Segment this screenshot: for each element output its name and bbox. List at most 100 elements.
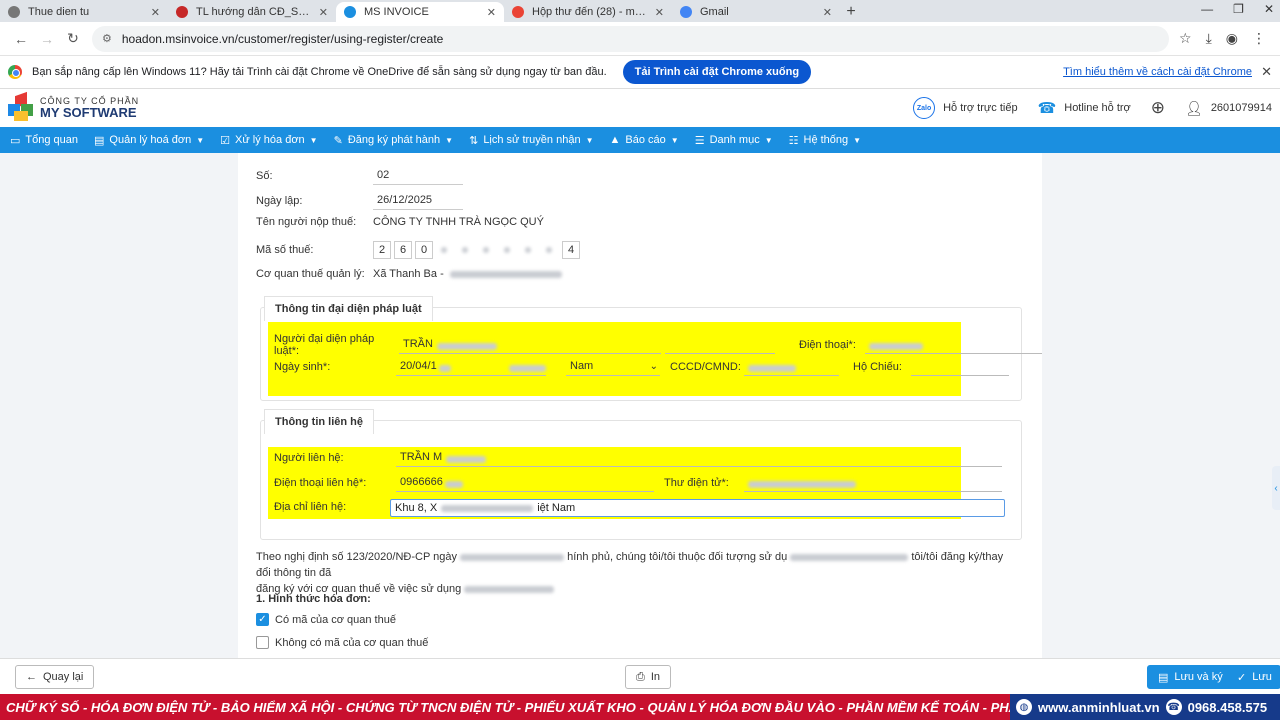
legal-rep-title: Thông tin đại diện pháp luật	[264, 296, 433, 321]
nav-item[interactable]: ▲ Báo cáo ▼	[610, 134, 679, 146]
redacted-text	[464, 585, 555, 593]
dt-lien-he-input[interactable]: 0966666	[396, 474, 654, 492]
toolbar-actions: ☆ ⤓ ◉ ⋮	[1179, 30, 1266, 47]
save-and-sign-button[interactable]: ▤ Lưu và ký	[1147, 665, 1234, 689]
mst-digit-boxes: 260 4	[373, 241, 583, 259]
nav-item[interactable]: ☰ Danh mục ▼	[695, 134, 773, 147]
gender-select[interactable]: Nam ⌄	[566, 358, 660, 376]
chevron-down-icon: ⌄	[649, 361, 658, 372]
browser-tab[interactable]: TL hướng dẫn CĐ_SD eSigner_v ✕	[168, 2, 336, 22]
so-value[interactable]: 02	[373, 167, 463, 185]
nav-item[interactable]: ▤ Quản lý hoá đơn ▼	[94, 134, 204, 147]
logo-line2: MY SOFTWARE	[40, 105, 137, 120]
browser-tab[interactable]: Gmail ✕	[672, 2, 840, 22]
ngay-lap-value[interactable]: 26/12/2025	[373, 192, 463, 210]
url-text: hoadon.msinvoice.vn/customer/register/us…	[121, 31, 444, 46]
learn-more-link[interactable]: Tìm hiểu thêm về cách cài đặt Chrome	[1063, 66, 1252, 78]
chevron-down-icon: ▼	[764, 135, 773, 145]
banner-contact: ◍ www.anminhluat.vn ☎ 0968.458.575	[1010, 694, 1280, 720]
restore-icon[interactable]: ❐	[1233, 2, 1244, 16]
site-settings-icon[interactable]: ⚙	[102, 32, 112, 45]
user-id: 2601079914	[1210, 102, 1272, 114]
mst-digit	[457, 241, 475, 259]
browser-tab[interactable]: Thue dien tu ✕	[0, 2, 168, 22]
declaration-text: Theo nghị định số 123/2020/NĐ-CP ngày hí…	[256, 551, 1004, 595]
nav-item[interactable]: ✎ Đăng ký phát hành ▼	[334, 134, 454, 147]
hotline[interactable]: ☎ Hotline hỗ trợ	[1038, 99, 1131, 117]
ho-chieu-input[interactable]	[911, 358, 1009, 376]
chevron-down-icon: ▼	[585, 135, 594, 145]
ngay-sinh-label: Ngày sinh*:	[274, 361, 331, 373]
window-controls: — ❐ ✕	[1201, 2, 1274, 16]
nav-item[interactable]: ☷ Hệ thống ▼	[789, 134, 861, 147]
nav-item[interactable]: ▭ Tổng quan	[10, 134, 78, 147]
co-quan-row: Cơ quan thuế quản lý: Xã Thanh Ba -	[256, 268, 562, 280]
redacted-text	[444, 481, 463, 488]
chevron-down-icon: ▼	[196, 135, 205, 145]
redacted-text	[524, 247, 531, 253]
co-quan-value: Xã Thanh Ba -	[373, 268, 444, 280]
nav-item[interactable]: ☑ Xử lý hóa đơn ▼	[220, 134, 317, 147]
redacted-text	[503, 247, 510, 253]
cccd-label: CCCD/CMND:	[670, 361, 741, 373]
side-panel-toggle-icon[interactable]: ‹	[1272, 466, 1280, 510]
nav-label: Quản lý hoá đơn	[109, 134, 192, 146]
mst-digit	[520, 241, 538, 259]
close-tab-icon[interactable]: ✕	[151, 6, 160, 19]
dia-chi-input[interactable]: Khu 8, X iệt Nam	[390, 499, 1005, 517]
minimize-icon[interactable]: —	[1201, 2, 1213, 16]
nav-icon: ⇅	[469, 134, 479, 147]
forward-arrow-icon[interactable]: →	[34, 31, 60, 47]
back-button[interactable]: ← Quay lại	[15, 665, 95, 689]
close-window-icon[interactable]: ✕	[1264, 2, 1274, 16]
checkbox-checked-icon[interactable]: ✓	[256, 613, 269, 626]
nav-icon: ☷	[788, 134, 799, 147]
option-without-code[interactable]: Không có mã của cơ quan thuế	[256, 636, 428, 649]
browser-tab[interactable]: MS INVOICE ✕	[336, 2, 504, 22]
nav-item[interactable]: ⇅ Lịch sử truyền nhận ▼	[469, 134, 593, 147]
co-quan-label: Cơ quan thuế quản lý:	[256, 268, 365, 280]
menu-icon[interactable]: ⋮	[1252, 30, 1266, 47]
chevron-down-icon: ▼	[853, 135, 862, 145]
download-icon[interactable]: ⤓	[1206, 30, 1212, 47]
thu-dien-tu-input[interactable]	[744, 474, 1002, 492]
url-input[interactable]: ⚙ hoadon.msinvoice.vn/customer/register/…	[92, 25, 1170, 52]
ad-banner: CHỮ KÝ SỐ - HÓA ĐƠN ĐIỆN TỬ - BẢO HIỂM X…	[0, 694, 1280, 720]
close-tab-icon[interactable]: ✕	[655, 6, 664, 19]
add-circle-icon[interactable]: ⊕	[1151, 98, 1165, 118]
browser-tab[interactable]: Hộp thư đến (28) - mazda6pro ✕	[504, 2, 672, 22]
cccd-input[interactable]	[744, 358, 839, 376]
back-arrow-icon[interactable]: ←	[8, 31, 34, 47]
save-button[interactable]: ✓ Lưu	[1228, 665, 1280, 689]
new-tab-button[interactable]: +	[840, 2, 862, 22]
option-with-code[interactable]: ✓ Có mã của cơ quan thuế	[256, 613, 396, 626]
close-tab-icon[interactable]: ✕	[319, 6, 328, 19]
nguoi-lien-he-input[interactable]: TRẦN M	[396, 449, 1002, 467]
dai-dien-input[interactable]: TRẦN	[399, 336, 661, 354]
close-tab-icon[interactable]: ✕	[487, 6, 496, 19]
company-logo[interactable]: CÔNG TY CỔ PHẦN MY SOFTWARE	[8, 91, 139, 122]
mst-digit: 0	[415, 241, 433, 259]
print-button[interactable]: ⎙ In	[625, 665, 671, 689]
support-label: Hỗ trợ trực tiếp	[943, 102, 1018, 114]
user-menu[interactable]: 👤︎ 2601079914	[1185, 100, 1272, 117]
tab-favicon-icon	[8, 6, 20, 18]
blank-field[interactable]	[665, 336, 775, 354]
redacted-text	[545, 247, 552, 253]
close-tab-icon[interactable]: ✕	[823, 6, 832, 19]
dien-thoai-input[interactable]	[865, 336, 1042, 354]
headset-icon: ☎	[1037, 100, 1057, 117]
bookmark-star-icon[interactable]: ☆	[1179, 30, 1192, 47]
nav-icon: ▭	[10, 134, 21, 147]
reload-icon[interactable]: ↻	[60, 30, 86, 47]
ngay-sinh-input[interactable]: 20/04/1	[396, 358, 546, 376]
ho-chieu-label: Hộ Chiếu:	[853, 361, 902, 373]
download-installer-button[interactable]: Tải Trình cài đặt Chrome xuống	[622, 60, 812, 84]
nav-label: Lịch sử truyền nhận	[483, 134, 581, 146]
profile-icon[interactable]: ◉	[1226, 30, 1238, 47]
close-icon[interactable]: ✕	[1261, 64, 1272, 80]
redacted-text	[508, 365, 546, 372]
mst-digit	[499, 241, 517, 259]
checkbox-unchecked-icon[interactable]	[256, 636, 269, 649]
direct-support[interactable]: Zalo Hỗ trợ trực tiếp	[913, 97, 1018, 119]
